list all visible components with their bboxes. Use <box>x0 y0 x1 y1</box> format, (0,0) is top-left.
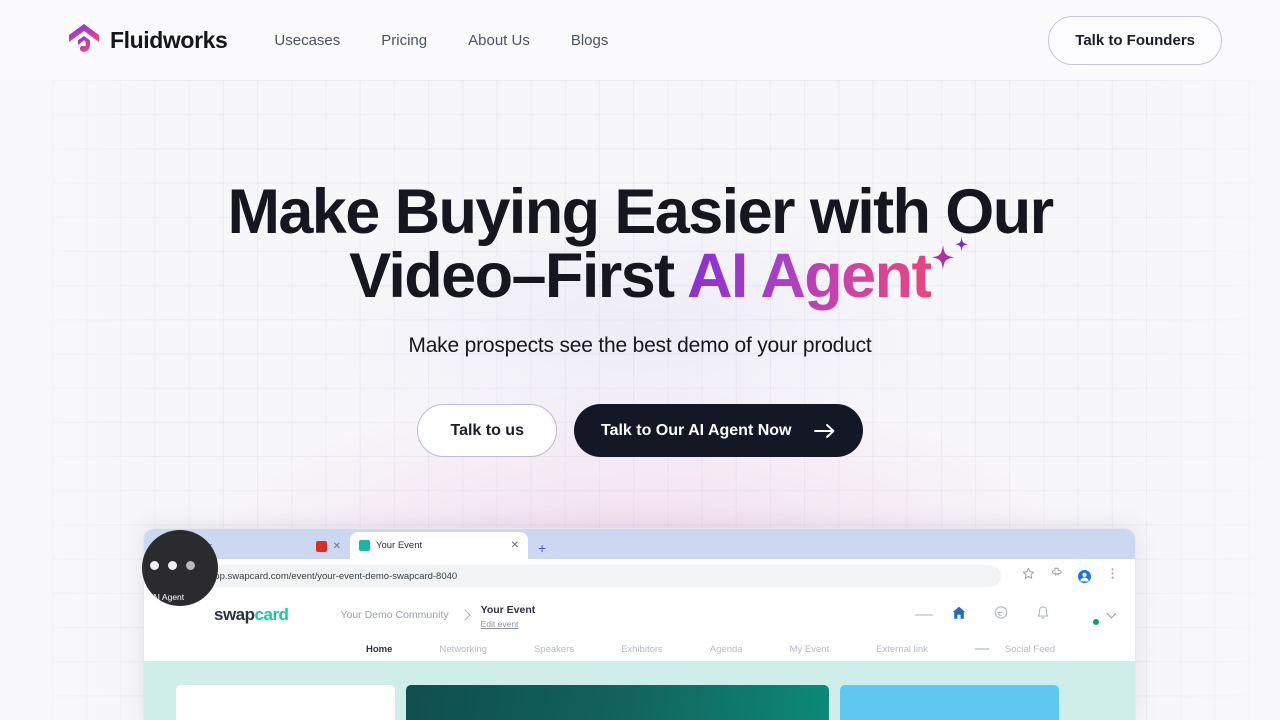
user-menu[interactable] <box>1077 604 1117 626</box>
talk-to-ai-agent-label: Talk to Our AI Agent Now <box>600 421 792 439</box>
swapcard-app: swapcard Your Demo Community Your Event … <box>144 593 1135 720</box>
page-root: Fluidworks Usecases Pricing About Us Blo… <box>0 0 1280 720</box>
headline-line-2: Video–First AI Agent <box>349 237 968 311</box>
chevron-right-icon <box>458 609 471 621</box>
ai-agent-dots <box>150 561 195 570</box>
home-icon[interactable] <box>951 605 967 626</box>
talk-to-ai-agent-button[interactable]: Talk to Our AI Agent Now <box>573 404 863 457</box>
content-card-blue[interactable] <box>840 685 1059 720</box>
nav-item-blogs[interactable]: Blogs <box>571 32 650 49</box>
talk-to-founders-button[interactable]: Talk to Founders <box>1048 15 1222 65</box>
star-icon[interactable] <box>1022 567 1035 585</box>
edit-event-link[interactable]: Edit event <box>481 620 536 630</box>
browser-tab-label: Your Event <box>376 540 423 551</box>
app-content-area: ··· swapcard <box>144 661 1135 720</box>
swapcard-logo[interactable]: swapcard <box>214 605 289 625</box>
content-card-banner[interactable]: swapcard <box>406 685 829 720</box>
hero-subtitle: Make prospects see the best demo of your… <box>408 334 872 357</box>
close-icon[interactable]: ✕ <box>333 541 341 552</box>
fluidworks-chevron-logo-icon <box>68 23 100 57</box>
browser-window: Demo Runner ✕ Your Event ✕ + <box>143 528 1136 720</box>
app-tab-agenda[interactable]: Agenda <box>710 644 790 655</box>
app-header-icons <box>951 604 1117 626</box>
browser-tab-your-event[interactable]: Your Event ✕ <box>350 532 528 559</box>
address-bar[interactable]: app.swapcard.com/event/your-event-demo-s… <box>181 565 1001 587</box>
header-divider <box>915 614 933 616</box>
avatar <box>1077 604 1100 626</box>
nav-item-usecases[interactable]: Usecases <box>274 32 381 49</box>
app-navigation-tabs: Home Networking Speakers Exhibitors Agen… <box>144 637 1135 661</box>
headline-accent-text: AI Agent <box>687 241 932 311</box>
hero-cta-row: Talk to us Talk to Our AI Agent Now <box>0 404 1280 457</box>
main-navigation: Usecases Pricing About Us Blogs <box>274 32 649 49</box>
sparkle-stars-icon <box>927 228 973 274</box>
tab-divider <box>974 648 989 650</box>
profile-icon[interactable] <box>1078 569 1091 583</box>
browser-action-icons <box>1010 567 1125 585</box>
breadcrumb-current: Your Event Edit event <box>481 600 536 630</box>
product-demo-mockup: Demo Runner ✕ Your Event ✕ + <box>142 528 1136 720</box>
extensions-icon[interactable] <box>1050 567 1063 585</box>
address-bar-url: app.swapcard.com/event/your-event-demo-s… <box>209 570 458 582</box>
site-header: Fluidworks Usecases Pricing About Us Blo… <box>0 0 1280 80</box>
hero-section: Make Buying Easier with Our Video–First … <box>0 80 1280 457</box>
talk-to-us-button[interactable]: Talk to us <box>417 404 557 457</box>
arrow-right-icon <box>813 423 836 439</box>
browser-tab-strip: Demo Runner ✕ Your Event ✕ + <box>144 529 1135 559</box>
app-tab-speakers[interactable]: Speakers <box>534 644 621 655</box>
page-title: Make Buying Easier with Our Video–First … <box>0 180 1280 308</box>
app-tab-social-feed[interactable]: Social Feed <box>1005 644 1055 655</box>
app-tab-my-event[interactable]: My Event <box>790 644 877 655</box>
swapcard-logo-part-b: card <box>254 605 289 624</box>
headline-plain-text: Video–First <box>349 241 688 311</box>
brand-logo[interactable]: Fluidworks <box>68 23 228 57</box>
app-tab-external-link[interactable]: External link <box>876 644 975 655</box>
plus-icon[interactable]: + <box>528 540 556 559</box>
app-tab-exhibitors[interactable]: Exhibitors <box>621 644 710 655</box>
sparkle-icon: ✦ <box>144 593 150 600</box>
brand-name: Fluidworks <box>110 26 228 53</box>
app-tab-home[interactable]: Home <box>366 644 439 655</box>
browser-toolbar: app.swapcard.com/event/your-event-demo-s… <box>144 559 1135 593</box>
bell-icon[interactable] <box>1035 605 1051 626</box>
ai-agent-bubble[interactable]: ✦ AI Agent ‹·› <box>142 530 218 606</box>
swapcard-logo-part-a: swap <box>214 605 255 624</box>
chevron-down-icon <box>1106 608 1117 619</box>
kebab-menu-icon[interactable] <box>1106 567 1119 585</box>
app-header: swapcard Your Demo Community Your Event … <box>144 593 1135 637</box>
record-red-icon <box>315 540 327 552</box>
breadcrumb-title: Your Event <box>480 603 536 616</box>
close-icon[interactable]: ✕ <box>511 540 519 551</box>
breadcrumb-parent[interactable]: Your Demo Community <box>340 609 448 621</box>
chat-icon[interactable] <box>993 605 1009 626</box>
content-card-row: ··· swapcard <box>176 685 1135 720</box>
app-tab-networking[interactable]: Networking <box>439 644 534 655</box>
ai-agent-label: AI Agent <box>152 592 185 602</box>
nav-item-pricing[interactable]: Pricing <box>381 32 468 49</box>
swapcard-favicon-icon <box>359 540 370 551</box>
status-badge-online <box>1092 618 1100 626</box>
breadcrumb: Your Demo Community Your Event Edit even… <box>340 600 535 630</box>
nav-item-about-us[interactable]: About Us <box>468 32 571 49</box>
content-card-white[interactable]: ··· <box>176 685 395 720</box>
